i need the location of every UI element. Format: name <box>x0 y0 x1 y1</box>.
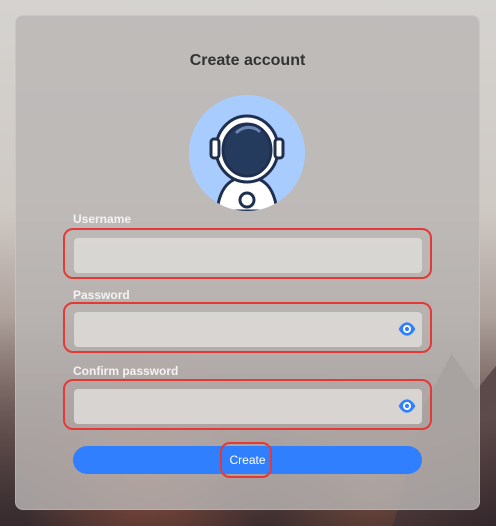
username-field-container <box>63 228 432 279</box>
confirm-password-input[interactable] <box>74 389 422 424</box>
create-account-dialog: Create account Username Password Confirm… <box>15 15 480 510</box>
password-label: Password <box>73 288 130 302</box>
astronaut-icon <box>189 95 305 211</box>
eye-icon[interactable] <box>397 320 417 338</box>
username-input[interactable] <box>74 238 422 273</box>
confirm-password-field-container <box>63 379 432 430</box>
username-label: Username <box>73 212 132 226</box>
dialog-title: Create account <box>189 52 306 69</box>
create-button[interactable]: Create <box>73 446 422 474</box>
confirm-password-label: Confirm password <box>73 364 179 378</box>
desktop-background: Create account Username Password Confirm… <box>0 0 496 526</box>
astronaut-avatar-icon <box>189 95 305 211</box>
password-field-container <box>63 302 432 353</box>
password-input[interactable] <box>74 312 422 347</box>
create-button-label: Create <box>229 453 266 467</box>
eye-icon[interactable] <box>397 397 417 415</box>
